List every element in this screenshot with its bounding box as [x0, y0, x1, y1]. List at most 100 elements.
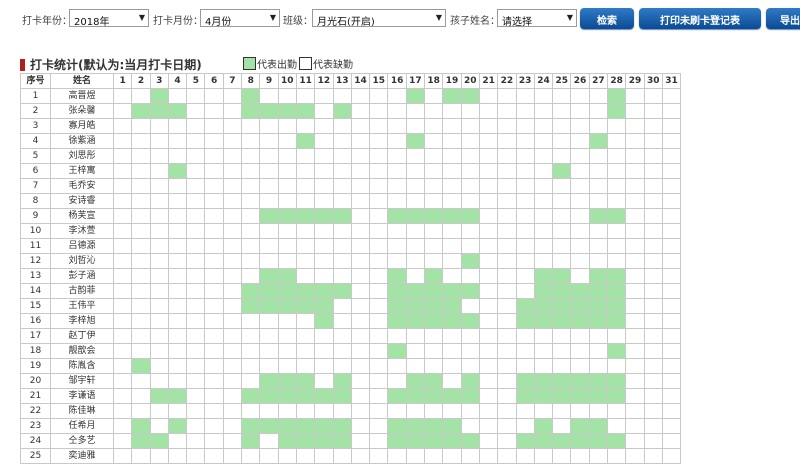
day-cell-absent: [332, 313, 352, 329]
day-cell-absent: [222, 223, 243, 239]
day-cell-absent: [515, 253, 535, 269]
day-cell-absent: [167, 88, 188, 104]
table-row: 22 陈佳琳: [20, 403, 682, 419]
day-cell-present: [533, 373, 554, 389]
day-cell-present: [460, 283, 480, 299]
day-cell-absent: [497, 253, 517, 269]
year-select[interactable]: 2018年 ▼: [69, 9, 149, 27]
row-name: 李梓旭: [50, 313, 114, 329]
day-cell-present: [460, 88, 480, 104]
day-cell-absent: [222, 418, 243, 434]
day-cell-absent: [570, 118, 590, 134]
day-cell-absent: [204, 238, 224, 254]
day-cell-absent: [277, 238, 297, 254]
day-cell-absent: [332, 178, 352, 194]
day-cell-absent: [259, 193, 279, 209]
day-cell-present: [295, 373, 316, 389]
day-cell-present: [387, 268, 407, 284]
day-cell-present: [570, 418, 590, 434]
day-cell-absent: [643, 298, 663, 314]
day-cell-absent: [204, 148, 224, 164]
day-cell-absent: [259, 433, 279, 449]
day-cell-absent: [167, 133, 188, 149]
day-cell-absent: [186, 313, 206, 329]
print-unswiped-button[interactable]: 打印未刷卡登记表: [639, 8, 761, 29]
day-cell-absent: [314, 373, 334, 389]
day-cell-absent: [369, 193, 389, 209]
day-cell-present: [332, 418, 352, 434]
day-cell-absent: [478, 208, 499, 224]
month-select[interactable]: 4月份 ▼: [200, 9, 280, 27]
day-cell-absent: [497, 178, 517, 194]
day-cell-absent: [295, 343, 316, 359]
table-row: 3 寡月皓: [20, 118, 682, 134]
day-cell-absent: [661, 193, 682, 209]
chevron-down-icon: ▼: [566, 13, 573, 22]
day-cell-present: [405, 313, 426, 329]
day-cell-present: [424, 298, 444, 314]
search-button[interactable]: 检索: [580, 8, 634, 29]
day-cell-present: [314, 208, 334, 224]
day-cell-absent: [570, 343, 590, 359]
day-cell-present: [405, 283, 426, 299]
day-cell-absent: [442, 223, 462, 239]
day-cell-absent: [112, 178, 133, 194]
day-cell-absent: [424, 88, 444, 104]
year-label: 打卡年份：: [22, 16, 72, 27]
export-button[interactable]: 导出数: [766, 8, 800, 29]
day-cell-present: [424, 208, 444, 224]
day-cell-absent: [204, 313, 224, 329]
day-cell-absent: [222, 433, 243, 449]
day-cell-present: [277, 418, 297, 434]
day-cell-absent: [369, 133, 389, 149]
day-cell-absent: [478, 88, 499, 104]
day-cell-absent: [131, 403, 151, 419]
day-cell-present: [314, 388, 334, 404]
day-cell-absent: [167, 328, 188, 344]
day-cell-present: [442, 298, 462, 314]
class-select[interactable]: 月光石(开启) ▼: [312, 9, 446, 27]
day-cell-absent: [222, 283, 243, 299]
day-cell-absent: [515, 178, 535, 194]
day-cell-absent: [625, 253, 645, 269]
day-cell-present: [405, 208, 426, 224]
day-cell-present: [515, 433, 535, 449]
day-cell-absent: [442, 403, 462, 419]
day-cell-present: [314, 283, 334, 299]
day-cell-present: [405, 418, 426, 434]
day-cell-present: [552, 163, 572, 179]
day-cell-absent: [277, 133, 297, 149]
day-cell-absent: [186, 88, 206, 104]
day-cell-absent: [625, 313, 645, 329]
day-cell-absent: [222, 178, 243, 194]
day-cell-absent: [186, 373, 206, 389]
day-cell-absent: [369, 313, 389, 329]
day-cell-absent: [259, 238, 279, 254]
day-cell-absent: [643, 223, 663, 239]
day-cell-absent: [570, 178, 590, 194]
day-cell-absent: [369, 178, 389, 194]
day-cell-absent: [387, 253, 407, 269]
row-seq: 20: [20, 373, 51, 389]
day-cell-absent: [350, 268, 371, 284]
child-select[interactable]: 请选择 ▼: [497, 9, 577, 27]
row-seq: 5: [20, 148, 51, 164]
day-cell-absent: [533, 103, 554, 119]
day-cell-absent: [625, 388, 645, 404]
row-name: 李沐萱: [50, 223, 114, 239]
day-cell-absent: [241, 238, 261, 254]
day-cell-absent: [295, 328, 316, 344]
day-cell-absent: [277, 253, 297, 269]
day-cell-absent: [222, 358, 243, 374]
legend-absent: 代表缺勤: [299, 56, 353, 71]
day-cell-absent: [277, 403, 297, 419]
day-cell-absent: [222, 208, 243, 224]
day-cell-absent: [442, 133, 462, 149]
day-cell-absent: [424, 238, 444, 254]
day-cell-absent: [424, 403, 444, 419]
day-cell-absent: [241, 223, 261, 239]
day-cell-absent: [112, 403, 133, 419]
day-cell-absent: [442, 268, 462, 284]
day-cell-absent: [497, 328, 517, 344]
day-cell-absent: [460, 268, 480, 284]
